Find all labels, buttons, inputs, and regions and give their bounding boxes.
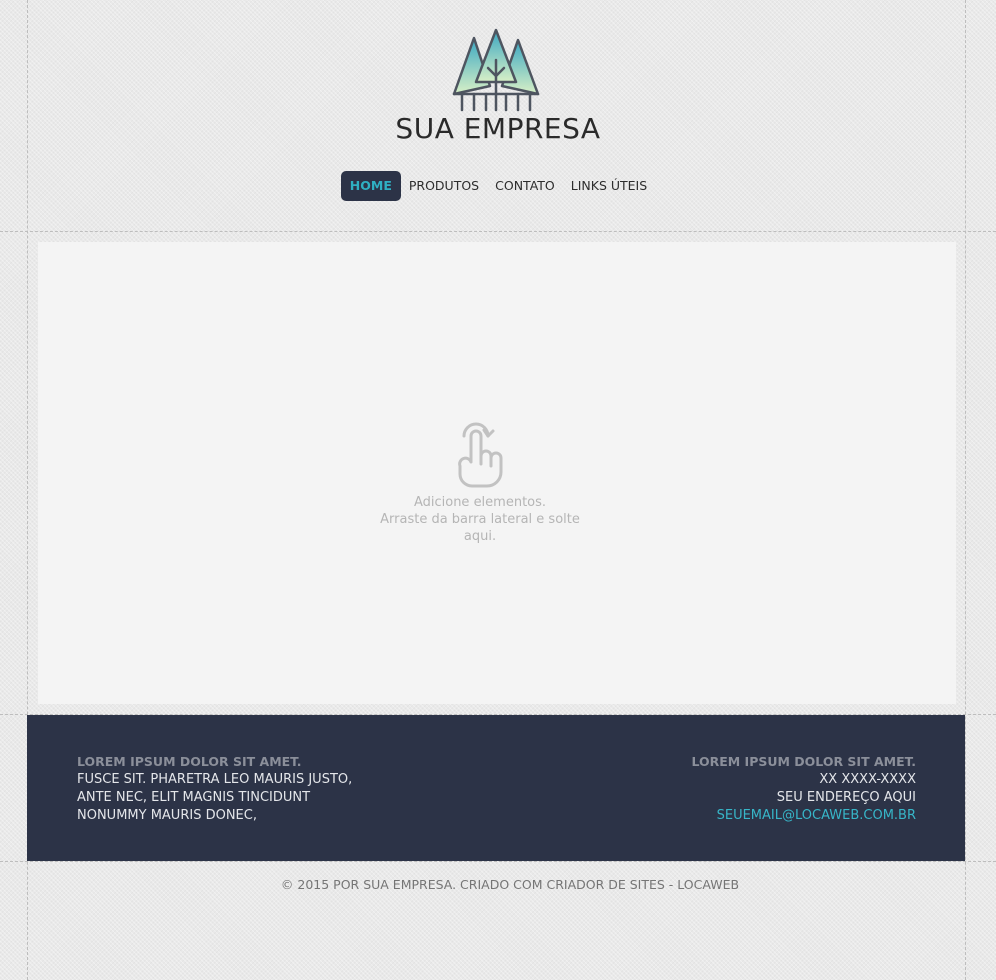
company-name: SUA EMPRESA	[395, 112, 601, 145]
nav-item-contato[interactable]: CONTATO	[487, 171, 563, 201]
tap-hand-icon	[458, 422, 503, 488]
footer-left-title: LOREM IPSUM DOLOR SIT AMET.	[77, 754, 302, 769]
footer-left-line: ANTE NEC, ELIT MAGNIS TINCIDUNT	[77, 790, 311, 805]
pine-trees-logo[interactable]	[448, 24, 544, 114]
hint-line-2: Arraste da barra lateral e solte aqui.	[380, 512, 580, 544]
footer-left-block: LOREM IPSUM DOLOR SIT AMET. FUSCE SIT. P…	[77, 753, 352, 825]
content-drop-area[interactable]: Adicione elementos. Arraste da barra lat…	[38, 242, 956, 704]
guide-line-footer	[0, 861, 996, 862]
footer-left-line: FUSCE SIT. PHARETRA LEO MAURIS JUSTO,	[77, 772, 353, 787]
nav-item-home[interactable]: HOME	[340, 171, 401, 201]
footer-right-block: LOREM IPSUM DOLOR SIT AMET. XX XXXX-XXXX…	[691, 753, 916, 825]
guide-line-right	[965, 0, 966, 980]
footer-email-link[interactable]: SEUEMAIL@LOCAWEB.COM.BR	[691, 807, 916, 825]
footer-address: SEU ENDEREÇO AQUI	[776, 790, 916, 805]
main-nav: HOME PRODUTOS CONTATO LINKS ÚTEIS	[0, 171, 996, 201]
nav-item-links-uteis[interactable]: LINKS ÚTEIS	[563, 171, 655, 201]
hint-line-1: Adicione elementos.	[413, 495, 547, 510]
footer-right-title: LOREM IPSUM DOLOR SIT AMET.	[691, 754, 916, 769]
footer-phone: XX XXXX-XXXX	[819, 772, 916, 787]
nav-item-produtos[interactable]: PRODUTOS	[401, 171, 487, 201]
site-footer: LOREM IPSUM DOLOR SIT AMET. FUSCE SIT. P…	[27, 715, 965, 861]
footer-left-line: NONUMMY MAURIS DONEC,	[77, 808, 257, 823]
drop-hint: Adicione elementos. Arraste da barra lat…	[364, 414, 596, 545]
copyright-text: © 2015 POR SUA EMPRESA. CRIADO COM CRIAD…	[280, 877, 740, 892]
guide-line-header	[0, 231, 996, 232]
